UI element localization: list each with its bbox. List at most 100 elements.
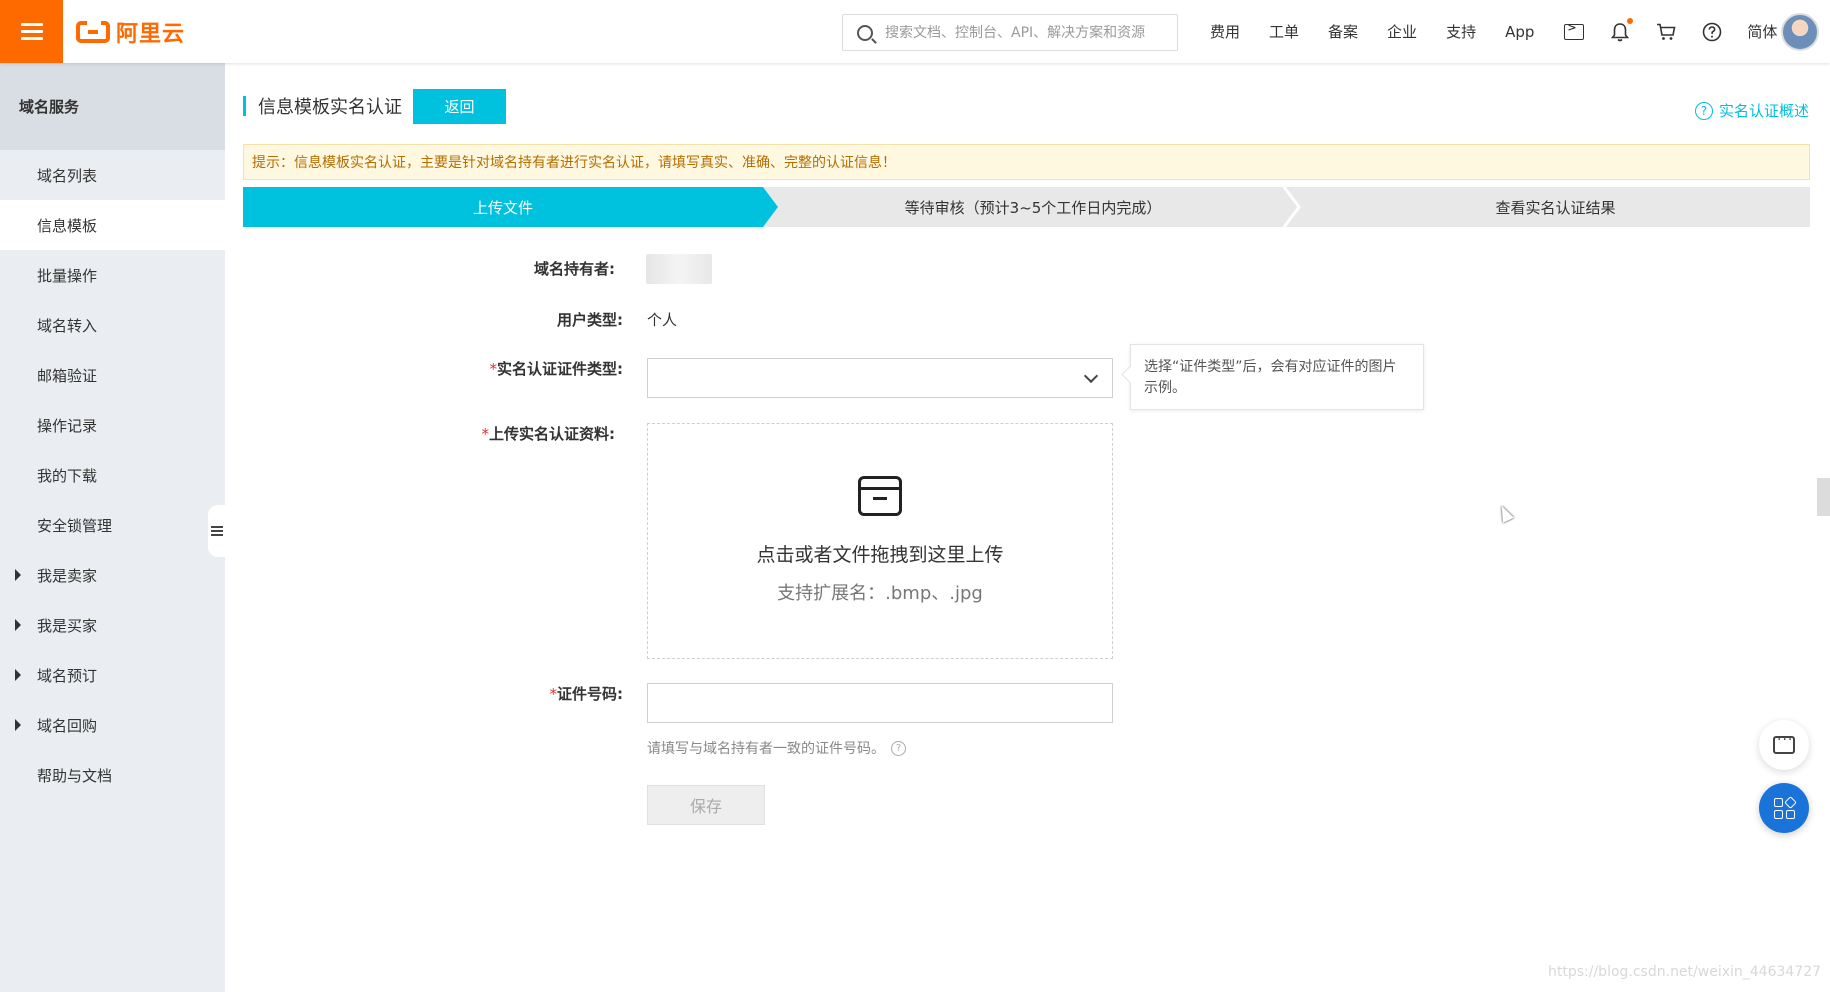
cert-type-hint-tooltip: 选择“证件类型”后，会有对应证件的图片示例。 <box>1130 344 1424 410</box>
owner-label: 域名持有者: <box>534 260 615 278</box>
chevron-down-icon <box>1083 368 1099 384</box>
required-mark: * <box>549 685 558 703</box>
step-view-result: 查看实名认证结果 <box>1495 198 1616 217</box>
top-navigation-bar: 阿里云 费用 工单 备案 企业 支持 App 简体 <box>0 0 1830 63</box>
apps-grid-icon <box>1773 795 1797 819</box>
sidebar-title: 域名服务 <box>0 63 225 150</box>
id-number-help: 请填写与域名持有者一致的证件号码。 ? <box>647 738 906 758</box>
mouse-cursor <box>1496 503 1514 523</box>
sidebar-item-batch-operations[interactable]: 批量操作 <box>0 250 225 300</box>
bell-icon[interactable] <box>1609 17 1634 43</box>
nav-billing[interactable]: 费用 <box>1210 21 1240 42</box>
id-number-label: *证件号码: <box>480 683 624 704</box>
terminal-icon[interactable] <box>1563 21 1585 43</box>
upload-extensions: 支持扩展名：.bmp、.jpg <box>777 583 983 604</box>
sidebar-item-security-lock[interactable]: 安全锁管理 <box>0 500 225 550</box>
page-title: 信息模板实名认证 <box>258 97 402 118</box>
sidebar-item-info-template[interactable]: 信息模板 <box>0 200 225 250</box>
file-upload-dropzone[interactable]: 点击或者文件拖拽到这里上传 支持扩展名：.bmp、.jpg <box>647 423 1113 659</box>
sidebar-item-label: 批量操作 <box>37 266 98 285</box>
sidebar-item-label: 我的下载 <box>37 466 98 485</box>
caret-right-icon <box>15 669 21 681</box>
sidebar-item-label: 我是卖家 <box>37 566 98 585</box>
user-type-label: 用户类型: <box>557 311 623 329</box>
title-accent-bar <box>243 96 246 116</box>
caret-right-icon <box>15 619 21 631</box>
sidebar-item-label: 域名转入 <box>37 316 98 335</box>
sidebar-item-buyer[interactable]: 我是买家 <box>0 600 225 650</box>
nav-support[interactable]: 支持 <box>1446 21 1476 42</box>
sidebar-item-help-docs[interactable]: 帮助与文档 <box>0 750 225 800</box>
step-await-review: 等待审核（预计3~5个工作日内完成） <box>904 198 1162 217</box>
help-icon[interactable] <box>1701 21 1723 43</box>
required-mark: * <box>489 360 498 378</box>
global-search-box[interactable] <box>842 14 1178 51</box>
caret-right-icon <box>15 569 21 581</box>
upload-instruction: 点击或者文件拖拽到这里上传 <box>756 544 1004 566</box>
collapse-icon <box>210 526 223 536</box>
nav-tickets[interactable]: 工单 <box>1269 21 1299 42</box>
id-number-input[interactable] <box>647 683 1113 723</box>
domain-service-sidebar: 域名服务 域名列表 信息模板 批量操作 域名转入 邮箱验证 操作记录 我的下载 … <box>0 63 225 992</box>
search-icon <box>857 24 873 41</box>
sidebar-item-domain-buyback[interactable]: 域名回购 <box>0 700 225 750</box>
sidebar-item-domain-list[interactable]: 域名列表 <box>0 150 225 200</box>
user-avatar[interactable] <box>1781 13 1819 51</box>
notification-dot <box>1627 17 1634 24</box>
notice-banner: 提示：信息模板实名认证，主要是针对域名持有者进行实名认证，请填写真实、准确、完整… <box>243 144 1810 180</box>
save-button[interactable]: 保存 <box>647 785 765 825</box>
id-number-help-text: 请填写与域名持有者一致的证件号码。 <box>647 741 885 757</box>
cert-type-label: *实名认证证件类型: <box>440 358 624 379</box>
sidebar-item-label: 安全锁管理 <box>37 516 113 535</box>
sidebar-item-domain-transfer-in[interactable]: 域名转入 <box>0 300 225 350</box>
logo-text: 阿里云 <box>116 22 186 47</box>
progress-steps: 上传文件 等待审核（预计3~5个工作日内完成） 查看实名认证结果 <box>243 187 1810 227</box>
caret-right-icon <box>15 719 21 731</box>
sidebar-item-label: 邮箱验证 <box>37 366 98 385</box>
sidebar-item-label: 域名预订 <box>37 666 98 685</box>
nav-enterprise[interactable]: 企业 <box>1387 21 1417 42</box>
step-upload-file: 上传文件 <box>472 198 533 217</box>
nav-icp[interactable]: 备案 <box>1328 21 1358 42</box>
sidebar-item-operation-log[interactable]: 操作记录 <box>0 400 225 450</box>
question-circle-icon: ? <box>1695 101 1713 120</box>
scrollbar-thumb[interactable] <box>1817 478 1830 516</box>
realname-overview-link[interactable]: ? 实名认证概述 <box>1695 100 1809 121</box>
sidebar-item-label: 信息模板 <box>37 216 98 235</box>
top-nav-links: 费用 工单 备案 企业 支持 App 简体 <box>1210 0 1806 63</box>
sidebar-item-label: 操作记录 <box>37 416 98 435</box>
id-number-label-text: 证件号码: <box>557 685 623 703</box>
apps-float-button[interactable] <box>1759 783 1809 833</box>
cert-type-select[interactable] <box>647 358 1113 398</box>
back-button[interactable]: 返回 <box>413 88 506 124</box>
upload-label: *上传实名认证资料: <box>420 423 616 444</box>
aliyun-logo-mark-icon <box>76 19 110 43</box>
aliyun-logo[interactable]: 阿里云 <box>76 15 185 49</box>
sidebar-item-label: 帮助与文档 <box>37 766 113 785</box>
question-circle-icon[interactable]: ? <box>891 740 906 756</box>
upload-label-text: 上传实名认证资料: <box>489 425 615 443</box>
cart-icon[interactable] <box>1655 21 1677 43</box>
sidebar-item-my-downloads[interactable]: 我的下载 <box>0 450 225 500</box>
chat-float-button[interactable] <box>1759 720 1809 770</box>
search-input[interactable] <box>885 24 1165 41</box>
sidebar-item-domain-reservation[interactable]: 域名预订 <box>0 650 225 700</box>
cert-type-label-text: 实名认证证件类型: <box>497 360 623 378</box>
chat-icon <box>1773 732 1795 754</box>
nav-app[interactable]: App <box>1505 23 1534 41</box>
owner-value-redacted <box>646 254 712 284</box>
sidebar-item-label: 域名列表 <box>37 166 98 185</box>
overview-link-label: 实名认证概述 <box>1719 102 1810 120</box>
user-type-value: 个人 <box>647 311 678 329</box>
language-switch[interactable]: 简体 <box>1747 21 1777 42</box>
hamburger-menu-button[interactable] <box>0 0 63 63</box>
sidebar-item-label: 我是买家 <box>37 616 98 635</box>
sidebar-collapse-button[interactable] <box>208 505 225 557</box>
required-mark: * <box>481 425 490 443</box>
sidebar-item-label: 域名回购 <box>37 716 98 735</box>
hamburger-icon <box>20 23 43 40</box>
sidebar-item-email-verification[interactable]: 邮箱验证 <box>0 350 225 400</box>
sidebar-item-seller[interactable]: 我是卖家 <box>0 550 225 600</box>
watermark-text: https://blog.csdn.net/weixin_44634727 <box>1548 964 1822 980</box>
inbox-icon <box>858 476 902 516</box>
